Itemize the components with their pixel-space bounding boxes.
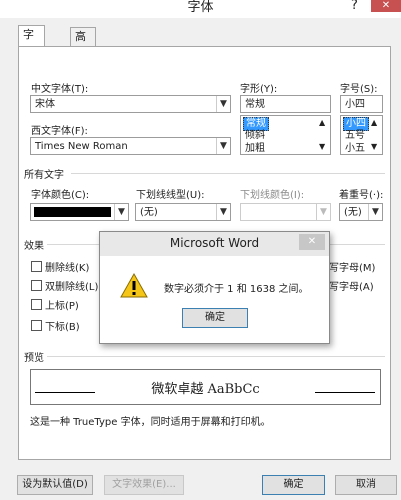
text-effects-button[interactable]: 文字效果(E)... xyxy=(104,475,184,495)
warning-icon xyxy=(120,273,148,298)
preview-sample-text: 微软卓越 AaBbCc xyxy=(151,382,260,397)
tab-font[interactable]: 字体(N) xyxy=(18,25,45,77)
message-text: 数字必须介于 1 和 1638 之间。 xyxy=(164,284,309,295)
close-button[interactable]: ✕ xyxy=(371,0,401,12)
chinese-font-combo[interactable]: 宋体 ▼ xyxy=(30,95,231,113)
chevron-down-icon[interactable]: ▼ xyxy=(368,204,382,220)
underline-style-value: (无) xyxy=(140,207,158,218)
all-text-section-title: 所有文字 xyxy=(24,170,64,181)
effects-section-title: 效果 xyxy=(24,241,44,252)
list-item[interactable]: 小四 xyxy=(343,117,369,131)
strikethrough-checkbox[interactable] xyxy=(31,261,42,272)
preview-underline-right xyxy=(315,392,375,393)
underline-style-label: 下划线线型(U): xyxy=(136,190,205,201)
set-default-button[interactable]: 设为默认值(D) xyxy=(17,475,93,495)
font-color-label: 字体颜色(C): xyxy=(31,190,90,201)
message-box-body: 数字必须介于 1 和 1638 之间。 确定 xyxy=(100,256,329,343)
font-style-input[interactable]: 常规 xyxy=(240,95,331,113)
divider xyxy=(47,356,385,357)
list-item[interactable]: 倾斜 xyxy=(243,130,267,142)
superscript-checkbox[interactable] xyxy=(31,299,42,310)
double-strikethrough-checkbox[interactable] xyxy=(31,280,42,291)
emphasis-mark-value: (无) xyxy=(344,207,362,218)
font-size-list[interactable]: 小四 五号 小五 ▲ ▼ xyxy=(340,115,383,155)
preview-box: 微软卓越 AaBbCc xyxy=(30,369,381,405)
strikethrough-label: 删除线(K) xyxy=(45,263,90,274)
list-item[interactable]: 小五 xyxy=(343,143,367,155)
color-swatch xyxy=(34,207,111,217)
preview-note: 这是一种 TrueType 字体，同时适用于屏幕和打印机。 xyxy=(30,417,271,428)
superscript-label: 上标(P) xyxy=(45,301,79,312)
message-box-close-button[interactable]: ✕ xyxy=(299,234,325,250)
font-color-combo[interactable]: ▼ xyxy=(30,203,129,221)
message-box-title: Microsoft Word xyxy=(169,236,260,250)
preview-section-title: 预览 xyxy=(24,353,44,364)
emphasis-mark-label: 着重号(·): xyxy=(339,190,384,201)
font-dialog-window: 字体 ? ✕ 字体(N) 高级(V) 中文字体(T): 宋体 ▼ 西文字体(F)… xyxy=(0,0,401,500)
underline-color-label: 下划线颜色(I): xyxy=(240,190,305,201)
chinese-font-label: 中文字体(T): xyxy=(31,84,89,95)
font-size-input[interactable]: 小四 xyxy=(340,95,383,113)
chevron-down-icon[interactable]: ▼ xyxy=(371,142,377,151)
cancel-button[interactable]: 取消 xyxy=(335,475,397,495)
chevron-up-icon[interactable]: ▲ xyxy=(319,118,325,127)
window-title: 字体 xyxy=(187,0,214,15)
western-font-value: Times New Roman xyxy=(35,141,128,152)
font-size-value: 小四 xyxy=(345,99,365,110)
double-strikethrough-label: 双删除线(L) xyxy=(45,282,99,293)
chevron-down-icon[interactable]: ▼ xyxy=(216,96,230,112)
font-style-value: 常规 xyxy=(245,99,265,110)
font-style-scrollbar[interactable]: ▲ ▼ xyxy=(317,116,330,154)
help-button[interactable]: ? xyxy=(351,0,358,13)
ok-button[interactable]: 确定 xyxy=(262,475,325,495)
font-style-list[interactable]: 常规 倾斜 加粗 ▲ ▼ xyxy=(240,115,331,155)
chevron-down-icon[interactable]: ▼ xyxy=(216,138,230,154)
emphasis-mark-combo[interactable]: (无) ▼ xyxy=(339,203,383,221)
tab-advanced[interactable]: 高级(V) xyxy=(70,27,97,79)
message-box-title-bar: Microsoft Word ✕ xyxy=(100,232,329,256)
list-item[interactable]: 常规 xyxy=(243,117,269,131)
underline-style-combo[interactable]: (无) ▼ xyxy=(135,203,231,221)
all-caps-label: 写字母(A) xyxy=(329,282,374,293)
font-size-scrollbar[interactable]: ▲ ▼ xyxy=(369,116,382,154)
subscript-checkbox[interactable] xyxy=(31,320,42,331)
chevron-down-icon[interactable]: ▼ xyxy=(319,142,325,151)
small-caps-label: 写字母(M) xyxy=(329,263,376,274)
title-bar: 字体 ? ✕ xyxy=(0,0,401,18)
font-style-label: 字形(Y): xyxy=(240,84,278,95)
divider xyxy=(71,173,385,174)
chinese-font-value: 宋体 xyxy=(35,99,55,110)
western-font-combo[interactable]: Times New Roman ▼ xyxy=(30,137,231,155)
chevron-down-icon[interactable]: ▼ xyxy=(316,204,330,220)
chevron-down-icon[interactable]: ▼ xyxy=(114,204,128,220)
western-font-label: 西文字体(F): xyxy=(31,126,88,137)
list-item[interactable]: 五号 xyxy=(343,130,367,142)
error-message-box: Microsoft Word ✕ 数字必须介于 1 和 1638 之间。 确定 xyxy=(99,231,330,344)
subscript-label: 下标(B) xyxy=(45,322,80,333)
chevron-down-icon[interactable]: ▼ xyxy=(216,204,230,220)
list-item[interactable]: 加粗 xyxy=(243,143,267,155)
font-size-label: 字号(S): xyxy=(340,84,378,95)
message-ok-button[interactable]: 确定 xyxy=(182,308,248,328)
chevron-up-icon[interactable]: ▲ xyxy=(371,118,377,127)
underline-color-combo[interactable]: ▼ xyxy=(240,203,331,221)
